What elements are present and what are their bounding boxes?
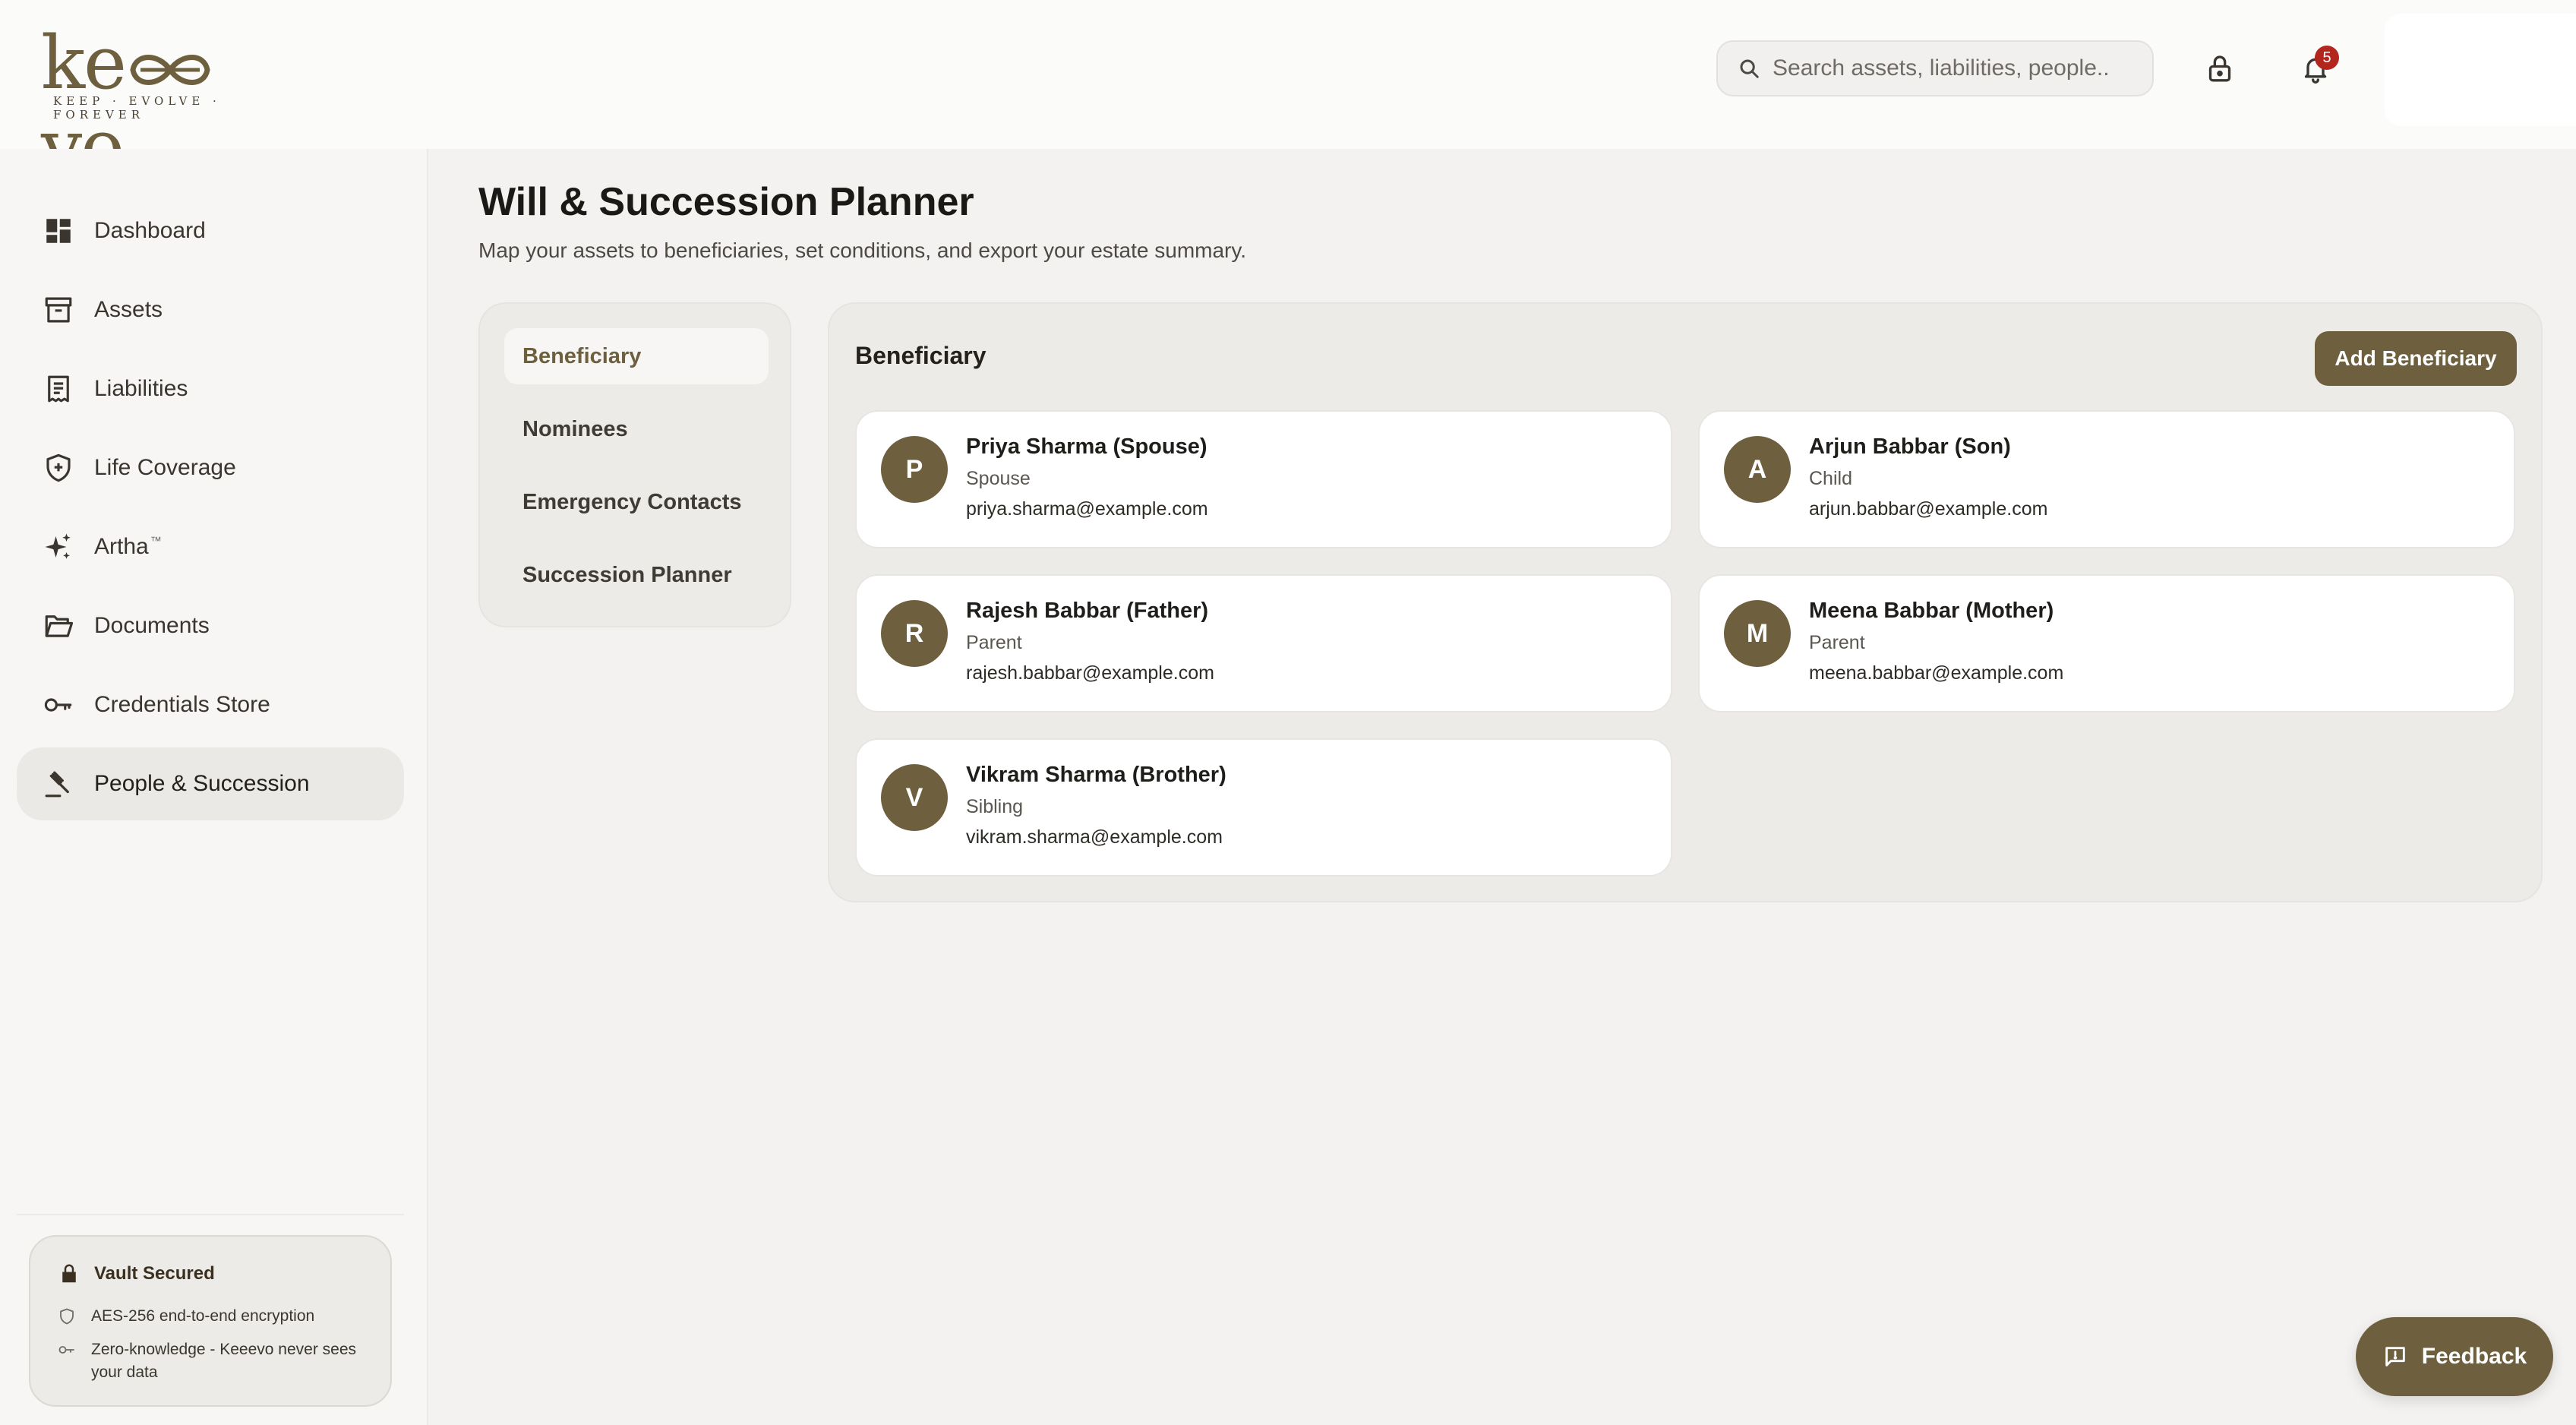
profile-area[interactable]	[2385, 14, 2576, 126]
sidebar-item-credentials-store[interactable]: Credentials Store	[17, 668, 404, 741]
beneficiary-card[interactable]: R Rajesh Babbar (Father) Parent rajesh.b…	[855, 574, 1672, 712]
sidebar-item-people-succession[interactable]: People & Succession	[17, 747, 404, 820]
vault-encryption-row: AES-256 end-to-end encryption	[58, 1305, 365, 1328]
avatar: R	[881, 600, 948, 667]
beneficiary-email: meena.babbar@example.com	[1809, 662, 2064, 684]
feedback-label: Feedback	[2421, 1344, 2527, 1369]
tab-succession-planner[interactable]: Succession Planner	[504, 547, 769, 603]
gavel-icon	[45, 771, 69, 798]
sidebar-item-life-coverage[interactable]: Life Coverage	[17, 431, 404, 504]
beneficiary-relation: Parent	[966, 632, 1022, 653]
sidebar-item-documents[interactable]: Documents	[17, 589, 404, 662]
beneficiary-relation: Spouse	[966, 468, 1031, 489]
beneficiary-name: Arjun Babbar (Son)	[1809, 434, 2011, 459]
beneficiary-email: vikram.sharma@example.com	[966, 826, 1223, 848]
tab-beneficiary[interactable]: Beneficiary	[504, 328, 769, 384]
global-search[interactable]	[1716, 40, 2154, 96]
beneficiary-relation: Parent	[1809, 632, 1865, 653]
sidebar-item-label: Documents	[94, 613, 210, 638]
beneficiary-card[interactable]: V Vikram Sharma (Brother) Sibling vikram…	[855, 738, 1672, 877]
beneficiary-relation: Child	[1809, 468, 1852, 489]
sidebar-item-label: Assets	[94, 297, 163, 322]
beneficiary-card[interactable]: M Meena Babbar (Mother) Parent meena.bab…	[1698, 574, 2515, 712]
message-square-icon	[2385, 1347, 2405, 1367]
sidebar-item-label: Life Coverage	[94, 455, 236, 480]
search-icon	[1740, 59, 1759, 78]
sidebar-item-artha[interactable]: Artha ™	[17, 510, 404, 583]
receipt-icon	[48, 375, 69, 403]
beneficiary-panel: Beneficiary Add Beneficiary P Priya Shar…	[828, 302, 2543, 902]
keeevo-logo[interactable]: ke vo KEEP · EVOLVE · FOREVER	[41, 21, 292, 188]
key-icon	[58, 1346, 74, 1354]
search-input[interactable]	[1773, 55, 2137, 81]
shield-plus-icon	[46, 453, 71, 482]
beneficiary-name: Priya Sharma (Spouse)	[966, 434, 1208, 459]
avatar: P	[881, 436, 948, 503]
shield-icon	[60, 1308, 74, 1325]
vault-title-text: Vault Secured	[94, 1263, 215, 1284]
page-subtitle: Map your assets to beneficiaries, set co…	[478, 239, 1247, 262]
sidebar-item-dashboard[interactable]: Dashboard	[17, 194, 404, 267]
vault-lock-button[interactable]	[2193, 42, 2246, 95]
beneficiary-card[interactable]: P Priya Sharma (Spouse) Spouse priya.sha…	[855, 410, 1672, 548]
notification-count-badge: 5	[2315, 46, 2339, 70]
top-header: ke vo KEEP · EVOLVE · FOREVER 5	[0, 0, 2576, 188]
sidebar-item-label: People & Succession	[94, 771, 310, 796]
folder-open-icon	[45, 615, 74, 637]
beneficiary-name: Meena Babbar (Mother)	[1809, 599, 2054, 623]
lock-icon	[2208, 55, 2231, 82]
succession-subnav: Beneficiary Nominees Emergency Contacts …	[478, 302, 791, 627]
sidebar-item-label: Credentials Store	[94, 692, 270, 717]
sidebar-item-liabilities[interactable]: Liabilities	[17, 352, 404, 425]
infinity-logo-icon	[130, 55, 210, 85]
beneficiary-name: Vikram Sharma (Brother)	[966, 763, 1226, 787]
sparkles-icon	[45, 533, 71, 559]
beneficiary-relation: Sibling	[966, 796, 1024, 817]
archive-box-icon	[45, 297, 72, 323]
page-title: Will & Succession Planner	[478, 180, 974, 224]
feedback-button[interactable]: Feedback	[2356, 1317, 2553, 1396]
sidebar-item-label: Liabilities	[94, 376, 188, 401]
vault-encryption-text: AES-256 end-to-end encryption	[91, 1307, 315, 1325]
sidebar-divider	[17, 1214, 404, 1215]
avatar: M	[1724, 600, 1791, 667]
vault-secured-card: Vault Secured AES-256 end-to-end encrypt…	[29, 1235, 392, 1407]
sidebar-item-assets[interactable]: Assets	[17, 273, 404, 346]
vault-title: Vault Secured	[58, 1262, 215, 1285]
panel-title: Beneficiary	[855, 342, 987, 369]
beneficiary-email: priya.sharma@example.com	[966, 498, 1208, 520]
avatar: V	[881, 764, 948, 831]
beneficiary-email: rajesh.babbar@example.com	[966, 662, 1214, 684]
beneficiary-email: arjun.babbar@example.com	[1809, 498, 2048, 520]
logo-tagline: KEEP · EVOLVE · FOREVER	[53, 94, 221, 122]
lock-icon	[62, 1264, 76, 1283]
artha-label-text: Artha	[94, 534, 149, 559]
beneficiary-name: Rajesh Babbar (Father)	[966, 599, 1209, 623]
tab-nominees[interactable]: Nominees	[504, 401, 769, 457]
sidebar-item-label: Artha ™	[94, 534, 162, 560]
trademark-symbol: ™	[150, 535, 162, 548]
add-beneficiary-button[interactable]: Add Beneficiary	[2315, 331, 2517, 386]
vault-zero-knowledge-row: Zero-knowledge - Keeevo never sees your …	[58, 1338, 365, 1384]
tab-emergency-contacts[interactable]: Emergency Contacts	[504, 474, 769, 530]
vault-zero-knowledge-text: Zero-knowledge - Keeevo never sees your …	[91, 1341, 357, 1381]
key-icon	[44, 698, 72, 712]
sidebar-item-label: Dashboard	[94, 218, 206, 243]
avatar: A	[1724, 436, 1791, 503]
sidebar: Dashboard Assets Liabilities Life Covera…	[0, 149, 428, 1425]
beneficiary-card[interactable]: A Arjun Babbar (Son) Child arjun.babbar@…	[1698, 410, 2515, 548]
dashboard-icon	[46, 219, 71, 243]
